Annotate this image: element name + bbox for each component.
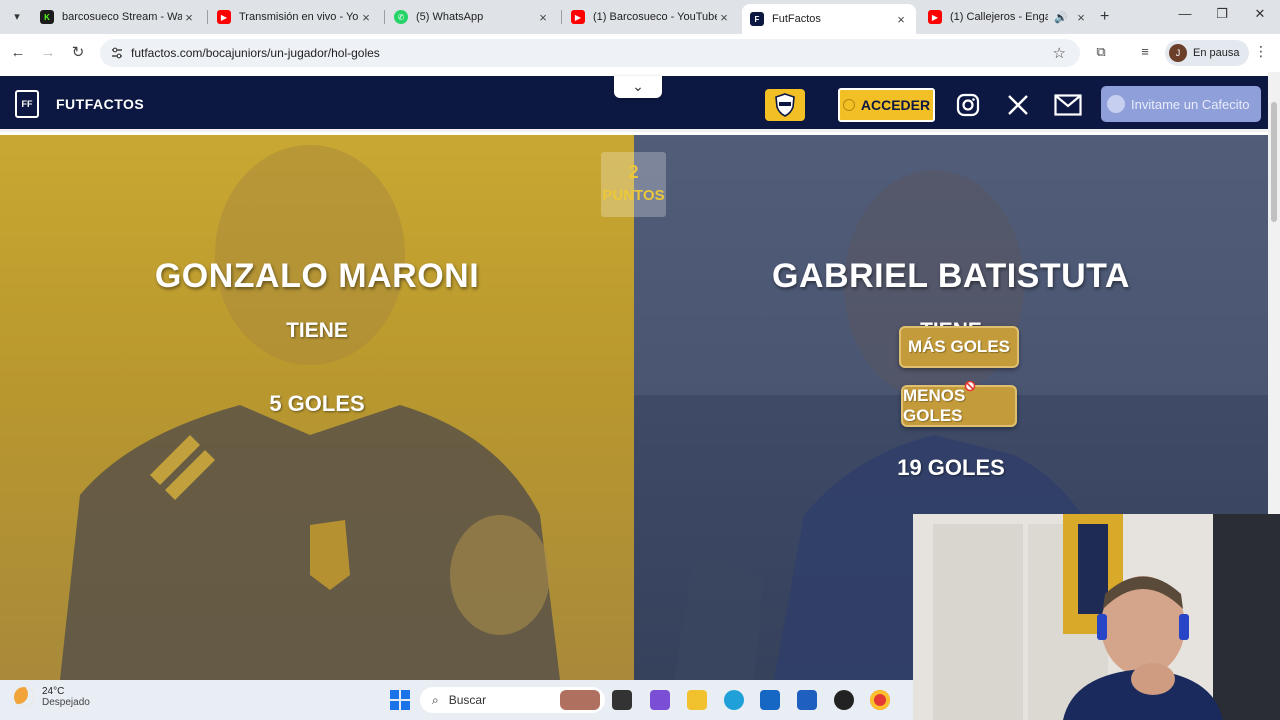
points-label: PUNTOS [602, 187, 665, 204]
search-icon: ⌕ [432, 692, 439, 707]
webcam-overlay [913, 514, 1280, 720]
tab-title: barcosueco Stream - Watc [62, 11, 182, 23]
whatsapp-icon: ✆ [394, 10, 408, 24]
task-view-icon[interactable] [612, 690, 632, 710]
tab-title: (5) WhatsApp [416, 11, 484, 23]
close-icon[interactable]: × [894, 12, 908, 27]
instagram-icon[interactable] [955, 92, 981, 118]
youtube-icon: ▶ [928, 10, 942, 24]
windows-start-icon[interactable] [390, 690, 410, 710]
tab-youtube-barcosueco[interactable]: ▶ (1) Barcosueco - YouTube × [563, 4, 739, 30]
less-goals-button[interactable]: MENOS GOLES [901, 385, 1017, 427]
cafecito-label: Invitame un Cafecito [1131, 96, 1250, 112]
left-player-goals: 5 GOLES [269, 391, 365, 416]
microsoft-store-icon[interactable] [797, 690, 817, 710]
windows-taskbar: 24°C Despejado ⌕ Buscar [0, 680, 913, 720]
points-counter: 2 PUNTOS [601, 152, 666, 217]
media-control-icon[interactable]: ≡ [1136, 44, 1154, 62]
mail-icon[interactable] [1053, 92, 1083, 118]
chrome-icon[interactable] [870, 690, 890, 710]
search-placeholder: Buscar [448, 693, 487, 707]
browser-tab-bar: ▾ K barcosueco Stream - Watc × ▶ Transmi… [0, 0, 1280, 34]
bookmark-star-icon[interactable]: ☆ [1053, 44, 1066, 62]
profile-button[interactable]: J En pausa [1165, 40, 1250, 66]
close-icon[interactable]: × [359, 10, 373, 25]
weather-widget[interactable]: 24°C Despejado [14, 686, 90, 708]
login-label: ACCEDER [860, 97, 931, 113]
back-arrow-icon[interactable]: ← [8, 43, 28, 63]
tab-whatsapp[interactable]: ✆ (5) WhatsApp × [386, 4, 558, 30]
tab-title: (1) Callejeros - Enganc [950, 11, 1049, 23]
right-player-goals: 19 GOLES [897, 455, 1005, 480]
window-close-icon[interactable]: ✕ [1250, 6, 1270, 22]
tab-title: Transmisión en vivo - YouT [239, 11, 359, 23]
obs-icon[interactable] [834, 690, 854, 710]
close-icon[interactable]: × [1074, 10, 1088, 25]
youtube-icon: ▶ [217, 10, 231, 24]
search-highlight-icon[interactable] [560, 690, 600, 710]
outlook-icon[interactable] [760, 690, 780, 710]
points-value: 2 [628, 162, 639, 182]
file-explorer-icon[interactable] [687, 690, 707, 710]
weather-condition: Despejado [42, 697, 90, 708]
profile-status: En pausa [1193, 47, 1240, 59]
cafecito-icon [1107, 95, 1125, 113]
webcam-video [913, 514, 1280, 720]
extensions-puzzle-icon[interactable]: ⧉ [1092, 44, 1110, 62]
left-player-panel: GONZALO MARONI TIENE 5 GOLES [0, 135, 634, 680]
minimize-icon[interactable]: — [1175, 6, 1195, 21]
tab-futfactos[interactable]: F FutFactos × [742, 4, 916, 34]
cafecito-donate-button[interactable]: Invitame un Cafecito [1101, 86, 1261, 122]
team-shield-button[interactable] [765, 89, 805, 121]
forward-arrow-icon[interactable]: → [38, 43, 58, 63]
avatar: J [1169, 44, 1187, 62]
close-icon[interactable]: × [182, 10, 196, 25]
close-icon[interactable]: × [536, 10, 550, 25]
scrollbar-thumb[interactable] [1271, 102, 1277, 222]
tab-kick[interactable]: K barcosueco Stream - Watc × [32, 4, 204, 30]
youtube-icon: ▶ [571, 10, 585, 24]
chevron-down-icon[interactable]: ⌄ [614, 76, 662, 98]
login-button[interactable]: ACCEDER [838, 88, 935, 122]
restore-icon[interactable]: ❐ [1212, 6, 1232, 22]
left-player-name: GONZALO MARONI [154, 257, 480, 295]
site-header: FF FUTFACTOS ⌄ ACCEDER Invitame un Cafec… [0, 76, 1268, 132]
browser-menu-icon[interactable]: ⋮ [1254, 43, 1268, 60]
shield-icon [775, 93, 795, 117]
edge-icon[interactable] [724, 690, 744, 710]
url-text: futfactos.com/bocajuniors/un-jugador/hol… [131, 46, 380, 60]
tab-youtube-callejeros[interactable]: ▶ (1) Callejeros - Enganc 🔊 × [920, 4, 1096, 30]
address-bar[interactable]: futfactos.com/bocajuniors/un-jugador/hol… [100, 39, 1080, 67]
tab-title: (1) Barcosueco - YouTube [593, 11, 717, 23]
browser-toolbar: ← → ↻ futfactos.com/bocajuniors/un-jugad… [0, 34, 1280, 72]
weather-temperature: 24°C [42, 686, 65, 697]
futfactos-logo-icon[interactable]: FF [15, 90, 39, 118]
tab-separator [561, 10, 562, 24]
tab-search-chevron-icon[interactable]: ▾ [8, 8, 26, 26]
moon-icon [14, 687, 34, 707]
tab-title: FutFactos [772, 13, 821, 25]
tab-separator [207, 10, 208, 24]
close-icon[interactable]: × [717, 10, 731, 25]
copilot-icon[interactable] [650, 690, 670, 710]
not-allowed-cursor-icon [964, 380, 976, 392]
kick-icon: K [40, 10, 54, 24]
tab-separator [384, 10, 385, 24]
tab-youtube-live[interactable]: ▶ Transmisión en vivo - YouT × [209, 4, 381, 30]
more-goals-button[interactable]: MÁS GOLES [899, 326, 1019, 368]
new-tab-plus-icon[interactable]: + [1100, 8, 1109, 26]
site-info-icon[interactable] [110, 46, 124, 60]
x-twitter-icon[interactable] [1005, 92, 1031, 118]
futfactos-icon: F [750, 12, 764, 26]
reload-icon[interactable]: ↻ [68, 43, 88, 63]
site-logo-text[interactable]: FUTFACTOS [56, 96, 144, 112]
audio-playing-icon[interactable]: 🔊 [1054, 11, 1068, 24]
left-player-has-label: TIENE [286, 319, 348, 342]
user-icon [842, 99, 855, 111]
right-player-name: GABRIEL BATISTUTA [772, 257, 1130, 295]
